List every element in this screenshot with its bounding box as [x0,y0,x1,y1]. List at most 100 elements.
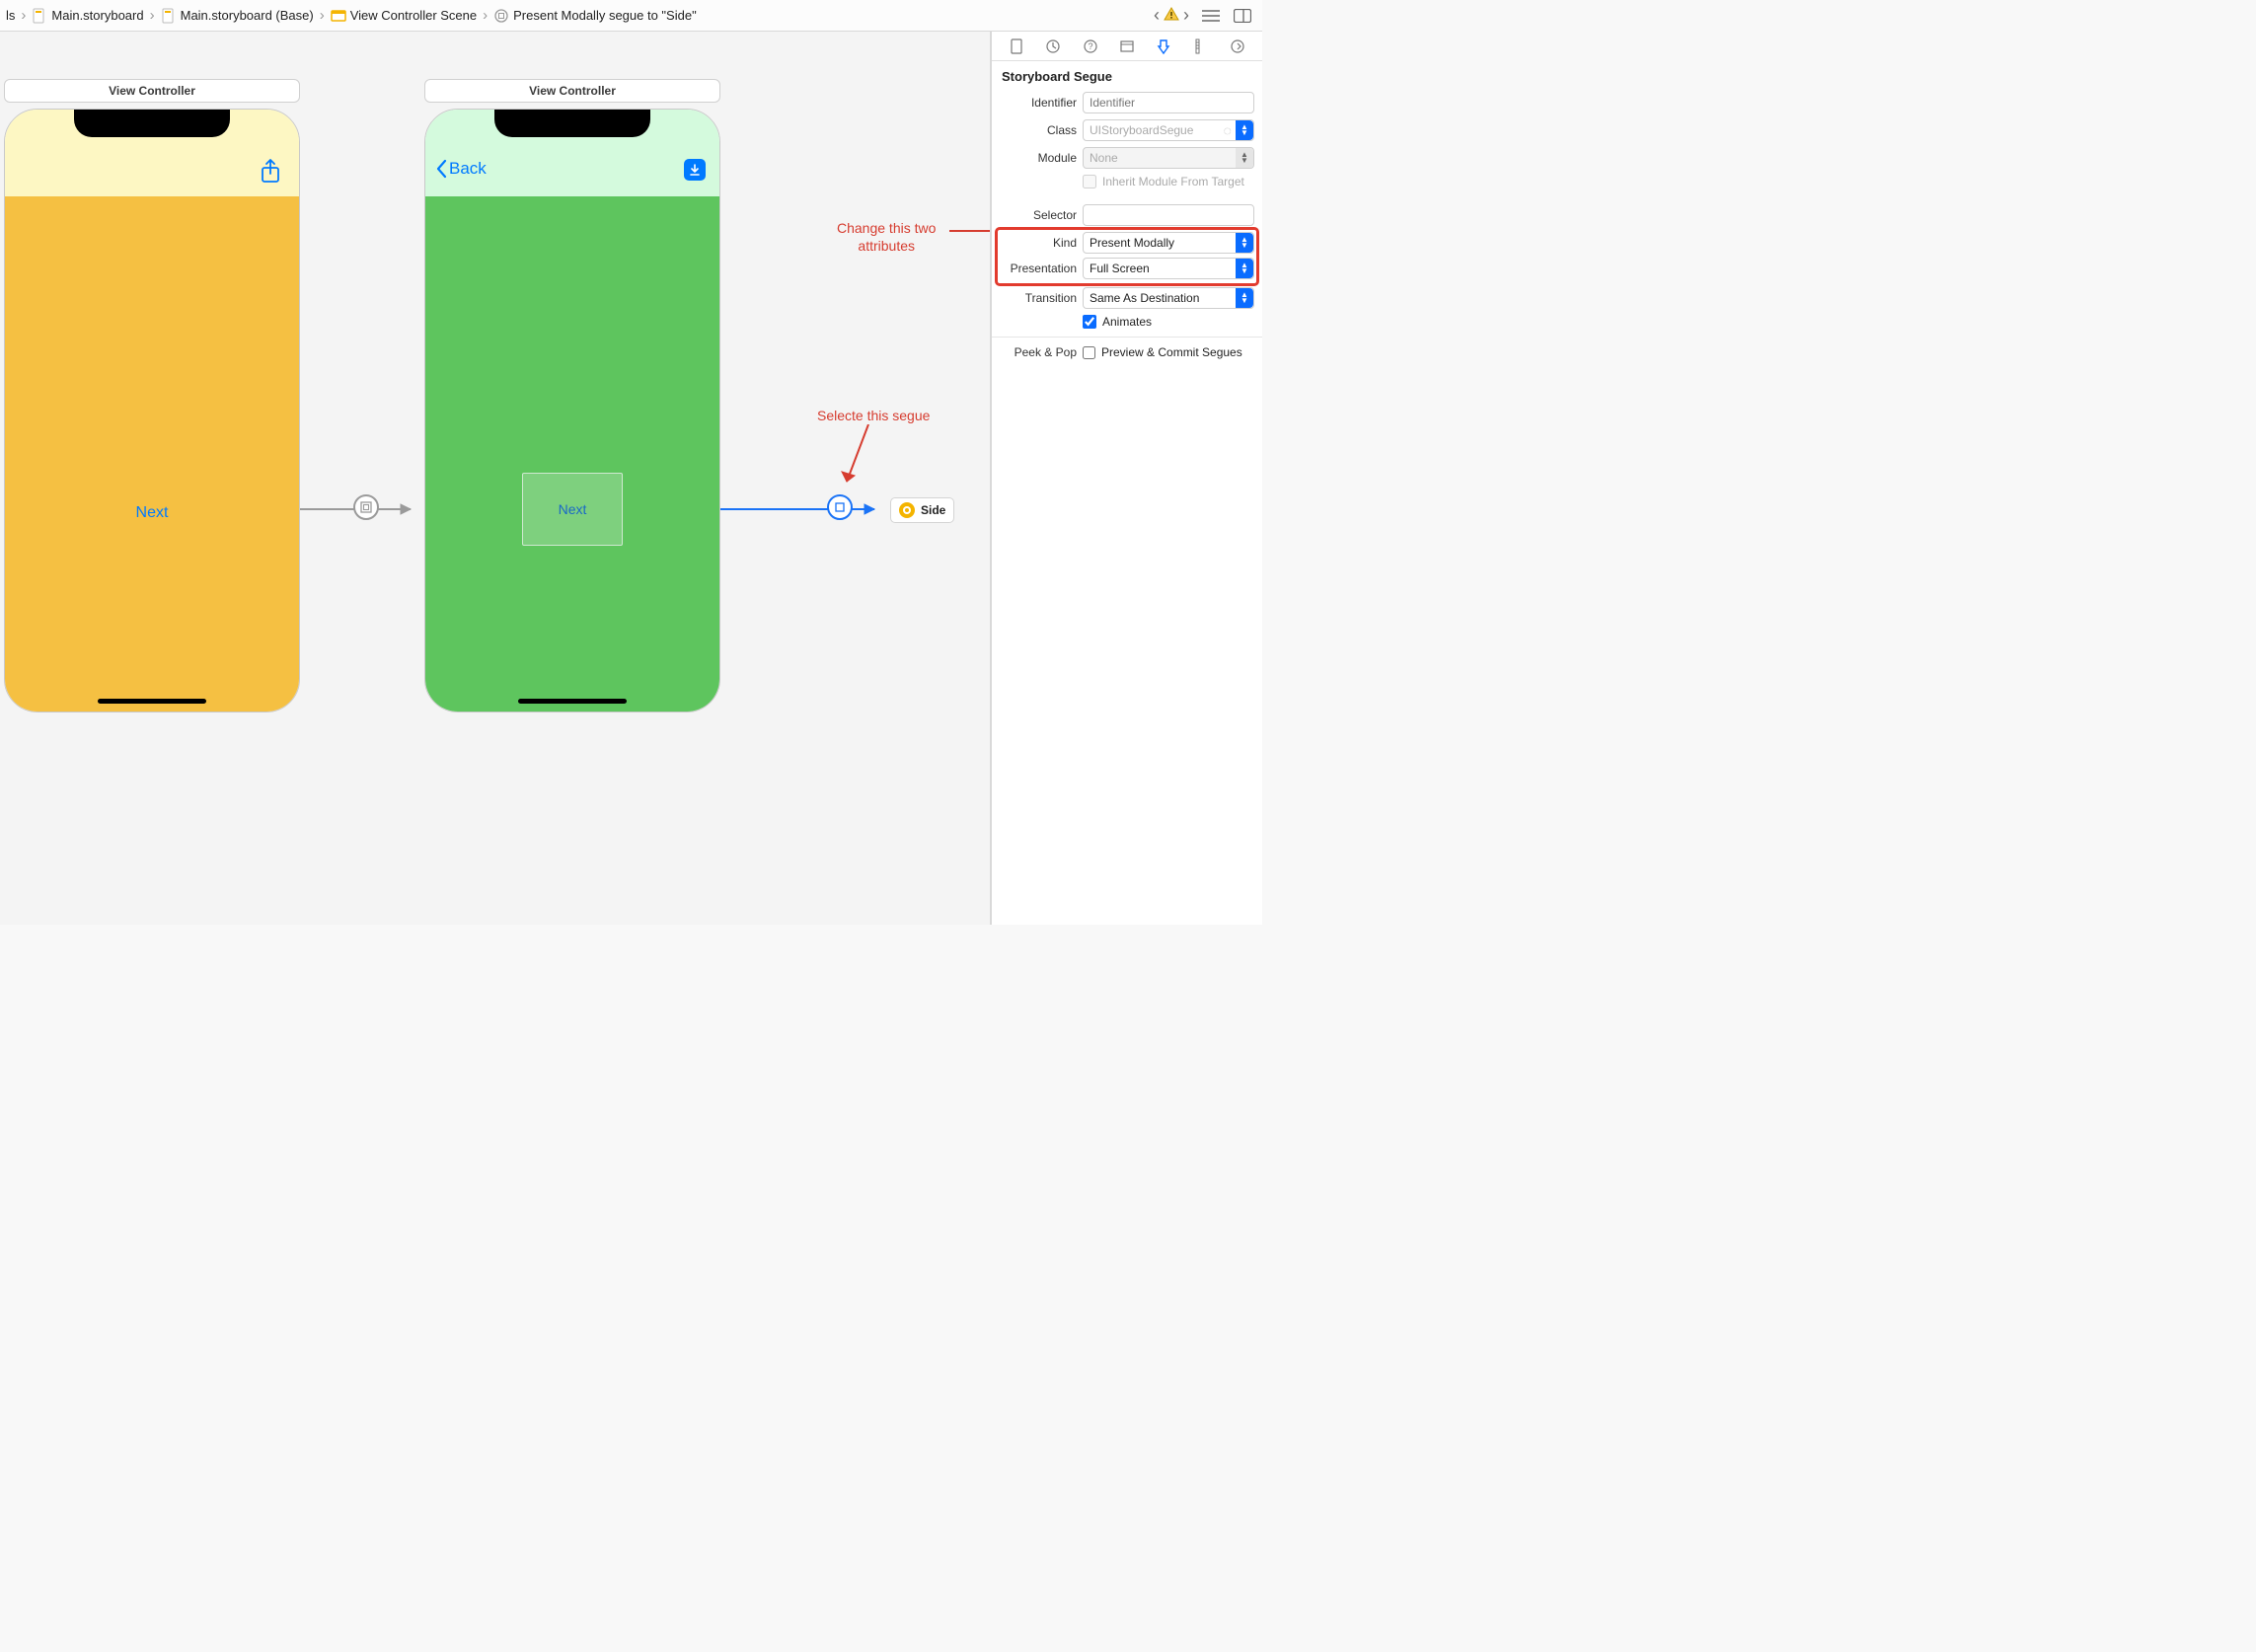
highlighted-attributes: Kind Present Modally ▲▼ Presentation Ful… [998,230,1256,283]
main-area: View Controller View Controller Next Bac… [0,32,1262,925]
help-inspector-tab[interactable]: ? [1079,36,1102,57]
dropdown-stepper-icon[interactable]: ▲▼ [1236,288,1253,308]
crumb-root[interactable]: ls [4,6,17,25]
identity-inspector-tab[interactable] [1115,36,1139,57]
crumb-label: Present Modally segue to "Side" [513,8,697,23]
presentation-value: Full Screen [1090,262,1150,275]
class-row: Class UIStoryboardSegue ◌ ▲▼ [1000,119,1254,141]
dropdown-stepper-icon[interactable]: ▲▼ [1236,120,1253,140]
peekpop-row: Peek & Pop Preview & Commit Segues [1000,345,1254,359]
home-indicator-icon [518,699,627,704]
scene-title-1[interactable]: View Controller [4,79,300,103]
segue-node-gray[interactable] [353,494,379,520]
side-scene-chip[interactable]: Side [890,497,954,523]
breadcrumb: ls › Main.storyboard › Main.storyboard (… [0,6,1154,26]
identifier-input[interactable] [1090,96,1247,110]
top-toolbar: ls › Main.storyboard › Main.storyboard (… [0,0,1262,32]
peekpop-checkbox[interactable] [1083,346,1095,359]
dropdown-stepper-icon[interactable]: ▲▼ [1236,233,1253,253]
view-body [425,196,719,712]
animates-checkbox-row[interactable]: Animates [1083,315,1254,329]
kind-dropdown[interactable]: Present Modally ▲▼ [1083,232,1254,254]
inspector-tabbar: ? [992,32,1262,61]
class-dropdown[interactable]: UIStoryboardSegue ◌ ▲▼ [1083,119,1254,141]
module-dropdown[interactable]: None ▲▼ [1083,147,1254,169]
adjust-editor-button[interactable] [1233,6,1252,26]
inspector-panel: ? Storyboard Segue Identifier Class UISt… [991,32,1262,925]
phone-mock-2[interactable]: Back Next [424,109,720,713]
kind-value: Present Modally [1090,236,1174,250]
dropdown-stepper-icon[interactable]: ▲▼ [1236,148,1253,168]
phone-mock-1[interactable]: Next [4,109,300,713]
chevron-right-icon: › [483,7,488,24]
back-label: Back [449,159,487,179]
crumb-storyboard-base[interactable]: Main.storyboard (Base) [159,6,316,26]
notch-icon [494,110,650,137]
peekpop-checkbox-wrap[interactable]: Preview & Commit Segues [1083,345,1254,359]
class-value: UIStoryboardSegue [1090,123,1193,137]
segue-connector-blue[interactable] [720,501,888,517]
container-view[interactable]: Next [522,473,623,546]
kind-label: Kind [1000,236,1077,250]
storyboard-canvas[interactable]: View Controller View Controller Next Bac… [0,32,991,925]
inherit-module-checkbox [1083,175,1096,188]
warning-icon[interactable] [1164,6,1179,25]
selector-input[interactable] [1090,208,1247,222]
presentation-row: Presentation Full Screen ▲▼ [1000,258,1254,279]
crumb-label: View Controller Scene [350,8,477,23]
divider [992,337,1262,338]
crumb-scene[interactable]: View Controller Scene [329,6,479,26]
crumb-label: Main.storyboard [51,8,143,23]
transition-row: Transition Same As Destination ▲▼ [1000,287,1254,309]
crumb-segue[interactable]: Present Modally segue to "Side" [491,6,699,26]
transition-dropdown[interactable]: Same As Destination ▲▼ [1083,287,1254,309]
selector-label: Selector [1000,208,1077,222]
inspector-section-title: Storyboard Segue [992,61,1262,90]
nav-forward-button[interactable]: › [1183,5,1189,26]
selector-row: Selector [1000,204,1254,226]
animates-label: Animates [1102,315,1152,329]
history-inspector-tab[interactable] [1041,36,1065,57]
identifier-label: Identifier [1000,96,1077,110]
inherit-module-checkbox-row: Inherit Module From Target [1083,175,1254,188]
topbar-right-controls: ‹ › [1154,5,1262,26]
segue-node-blue[interactable] [827,494,853,520]
scene-title-2[interactable]: View Controller [424,79,720,103]
kind-row: Kind Present Modally ▲▼ [1000,232,1254,254]
presentation-dropdown[interactable]: Full Screen ▲▼ [1083,258,1254,279]
scene-title-label: View Controller [109,84,195,98]
module-row: Module None ▲▼ [1000,147,1254,169]
size-inspector-tab[interactable] [1189,36,1213,57]
outline-toggle-button[interactable] [1201,6,1221,26]
inspector-body: Identifier Class UIStoryboardSegue ◌ ▲▼ … [992,90,1262,375]
peekpop-check-label: Preview & Commit Segues [1101,345,1242,359]
history-nav: ‹ › [1154,5,1189,26]
view-body [5,196,299,712]
svg-text:?: ? [1088,41,1092,51]
identifier-row: Identifier [1000,92,1254,113]
selector-field[interactable] [1083,204,1254,226]
dropdown-stepper-icon[interactable]: ▲▼ [1236,259,1253,278]
connections-inspector-tab[interactable] [1226,36,1249,57]
file-inspector-tab[interactable] [1005,36,1028,57]
segue-icon [493,8,509,24]
back-button[interactable]: Back [435,159,487,179]
side-chip-label: Side [921,503,945,517]
share-icon[interactable] [260,159,281,188]
storyboard-base-icon [161,8,177,24]
crumb-storyboard-file[interactable]: Main.storyboard [30,6,145,26]
inherit-module-label: Inherit Module From Target [1102,175,1244,188]
nav-back-button[interactable]: ‹ [1154,5,1160,26]
animates-checkbox[interactable] [1083,315,1096,329]
class-label: Class [1000,123,1077,137]
transition-label: Transition [1000,291,1077,305]
clear-icon[interactable]: ◌ [1224,122,1232,138]
annotation-arrow-2 [839,424,878,495]
download-icon[interactable] [684,159,706,181]
identifier-field[interactable] [1083,92,1254,113]
scene-icon [331,8,346,24]
next-button[interactable]: Next [136,504,169,522]
annotation-change-attrs: Change this two attributes [837,219,936,255]
attributes-inspector-tab[interactable] [1152,36,1175,57]
module-value: None [1090,151,1118,165]
